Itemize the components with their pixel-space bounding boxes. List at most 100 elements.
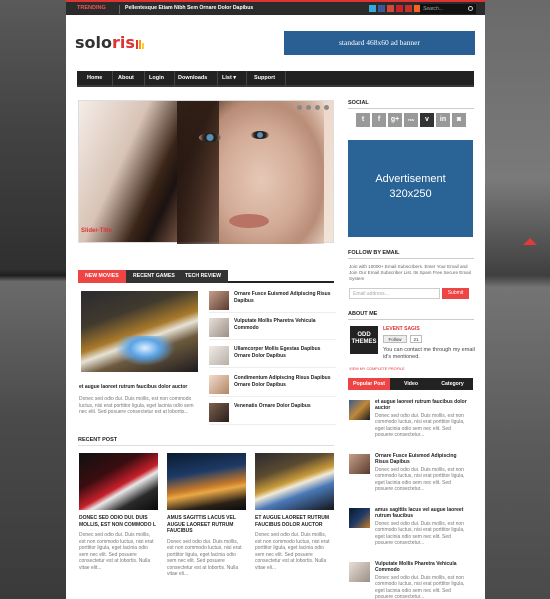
list-item[interactable]: Condimentum Adipiscing Risus Dapibus Orn… xyxy=(209,373,336,397)
email-field[interactable]: Email address... xyxy=(349,288,440,299)
post-title[interactable]: ET AUGUE LAOREET RUTRUM FAUCIBUS DOLOR A… xyxy=(255,515,334,528)
slider-caption[interactable]: Slider-Title xyxy=(81,228,112,234)
post-title[interactable]: Condimentum Adipiscing Risus Dapibus Orn… xyxy=(234,375,334,388)
about-text: You can contact me through my email id's… xyxy=(383,347,475,360)
list-item[interactable]: Venenatis Ornare Dolor Dapibus xyxy=(209,401,336,425)
post-thumbnail xyxy=(209,291,229,310)
slider-image-eye xyxy=(199,133,221,142)
header-ad-banner[interactable]: standard 468x60 ad banner xyxy=(284,31,475,55)
content-tabs: NEW MOVIES RECENT GAMES TECH REVIEW xyxy=(78,270,334,283)
recent-post-card[interactable]: AMUS SAGITTIS LACUS VEL AUGUE LAOREET RU… xyxy=(167,453,246,578)
instagram-icon[interactable]: ◙ xyxy=(452,113,466,127)
linkedin-icon[interactable]: in xyxy=(436,113,450,127)
post-thumbnail xyxy=(349,562,370,582)
post-title[interactable]: amus sagittis lacus vel augue laoreet ru… xyxy=(375,507,470,520)
follow-heading: FOLLOW BY EMAIL xyxy=(348,250,474,259)
submit-button[interactable]: Submit xyxy=(442,288,469,299)
logo-text: solo xyxy=(75,33,112,52)
recent-post-heading: RECENT POST xyxy=(78,437,334,446)
post-title[interactable]: Vulputate Mollis Pharetra Vehicula Commo… xyxy=(375,561,470,574)
post-thumbnail xyxy=(349,508,370,528)
post-title[interactable]: Ornare Fusce Euismod Adipiscing Risus Da… xyxy=(234,291,334,304)
list-item[interactable]: Ornare Fusce Euismod Adipiscing Risus Da… xyxy=(209,289,336,313)
tab-category[interactable]: Category xyxy=(432,378,473,390)
post-desc: Donec sed odio dui. Duis mollis, est non… xyxy=(167,538,242,578)
post-thumbnail xyxy=(209,403,229,422)
slider-image-lips xyxy=(229,214,269,228)
follow-button[interactable]: Follow xyxy=(383,335,407,343)
twitter-icon[interactable]: t xyxy=(356,113,370,127)
post-title[interactable]: Venenatis Ornare Dolor Dapibus xyxy=(234,403,334,410)
twitter-icon[interactable] xyxy=(369,5,376,12)
post-title[interactable]: DONEC SED ODIO DUI. DUIS MOLLIS, EST NON… xyxy=(79,515,158,528)
featured-title[interactable]: et augue laoreet rutrum faucibus dolor a… xyxy=(79,384,199,390)
nav-downloads[interactable]: Downloads xyxy=(168,71,219,87)
ad-size: 320x250 xyxy=(389,188,432,200)
divider xyxy=(119,5,120,14)
tab-popular-post[interactable]: Popular Post xyxy=(348,378,390,390)
google-plus-icon[interactable]: g+ xyxy=(388,113,402,127)
tab-tech-review[interactable]: TECH REVIEW xyxy=(178,270,229,283)
avatar-text: THEMES xyxy=(351,339,377,345)
avatar-text: ODD xyxy=(357,332,371,338)
trending-link[interactable]: Pellentesque Etiam Nibh Sem Ornare Dolor… xyxy=(125,5,253,11)
post-title[interactable]: Ullamcorper Mollis Egestas Dapibus Ornar… xyxy=(234,346,334,359)
post-thumbnail[interactable] xyxy=(167,453,246,510)
nav-support[interactable]: Support xyxy=(244,71,287,87)
post-desc: Donec sed odio dui. Duis mollis, est non… xyxy=(79,532,154,571)
follow-text: Join with 10000+ Email Subscribers. Ente… xyxy=(349,264,471,281)
rss-icon[interactable]: rss xyxy=(404,113,418,127)
featured-desc: Donec sed odio dui. Duis mollis, est non… xyxy=(79,396,194,415)
recent-post-card[interactable]: ET AUGUE LAOREET RUTRUM FAUCIBUS DOLOR A… xyxy=(255,453,334,571)
slider-dots xyxy=(297,105,329,110)
scroll-top-icon[interactable] xyxy=(523,238,537,245)
tab-recent-games[interactable]: RECENT GAMES xyxy=(126,270,182,283)
post-thumbnail[interactable] xyxy=(255,453,334,510)
slider-dot[interactable] xyxy=(324,105,329,110)
post-title[interactable]: Vulputate Mollis Pharetra Vehicula Commo… xyxy=(234,318,334,331)
google-plus-icon[interactable] xyxy=(387,5,394,12)
featured-image[interactable] xyxy=(81,291,198,372)
list-item[interactable]: Vulputate Mollis Pharetra Vehicula Commo… xyxy=(209,316,336,340)
social-heading: SOCIAL xyxy=(348,100,474,109)
recent-post-card[interactable]: DONEC SED ODIO DUI. DUIS MOLLIS, EST NON… xyxy=(79,453,158,571)
background-left xyxy=(0,0,66,599)
post-title[interactable]: AMUS SAGITTIS LACUS VEL AUGUE LAOREET RU… xyxy=(167,515,246,535)
post-title[interactable]: et augue laoreet rutrum faucibus dolor a… xyxy=(375,399,470,412)
vimeo-icon[interactable]: v xyxy=(420,113,434,127)
ad-text: Advertisement xyxy=(375,173,446,185)
sidebar-ad[interactable]: Advertisement 320x250 xyxy=(348,140,473,237)
post-desc: Donec sed odio dui. Duis mollis, est non… xyxy=(375,467,465,492)
follow-count: 21 xyxy=(410,335,422,343)
pinterest-icon[interactable] xyxy=(396,5,403,12)
youtube-icon[interactable] xyxy=(405,5,412,12)
post-desc: Donec sed odio dui. Duis mollis, est non… xyxy=(375,413,465,438)
post-thumbnail xyxy=(349,454,370,474)
trending-label: TRENDING xyxy=(77,5,106,11)
page: TRENDING Pellentesque Etiam Nibh Sem Orn… xyxy=(66,0,485,599)
post-desc: Donec sed odio dui. Duis mollis, est non… xyxy=(375,575,465,599)
post-thumbnail xyxy=(209,346,229,365)
search-input[interactable]: Search... xyxy=(420,4,476,14)
slider-dot[interactable] xyxy=(315,105,320,110)
profile-link[interactable]: VIEW MY COMPLETE PROFILE xyxy=(349,367,405,371)
facebook-icon[interactable] xyxy=(378,5,385,12)
facebook-icon[interactable]: f xyxy=(372,113,386,127)
nav-list[interactable]: List ▾ xyxy=(212,71,248,87)
search-icon[interactable] xyxy=(468,6,473,11)
about-heading: ABOUT ME xyxy=(348,311,474,320)
slider-dot[interactable] xyxy=(297,105,302,110)
site-logo[interactable]: soloris xyxy=(75,33,145,53)
logo-text-accent: ris xyxy=(112,33,135,52)
tab-new-movies[interactable]: NEW MOVIES xyxy=(78,270,126,283)
image-slider[interactable]: Slider-Title xyxy=(78,100,334,244)
tab-video[interactable]: Video xyxy=(390,378,432,390)
slider-dot[interactable] xyxy=(306,105,311,110)
logo-bars-icon xyxy=(135,34,145,53)
post-thumbnail[interactable] xyxy=(79,453,158,510)
profile-name[interactable]: LEVENT SAGIS xyxy=(383,326,420,332)
main-nav: Home About Login Downloads List ▾ Suppor… xyxy=(77,71,474,87)
post-title[interactable]: Ornare Fusce Euismod Adipiscing Risus Da… xyxy=(375,453,470,466)
list-item[interactable]: Ullamcorper Mollis Egestas Dapibus Ornar… xyxy=(209,344,336,368)
post-desc: Donec sed odio dui. Duis mollis, est non… xyxy=(375,521,465,546)
